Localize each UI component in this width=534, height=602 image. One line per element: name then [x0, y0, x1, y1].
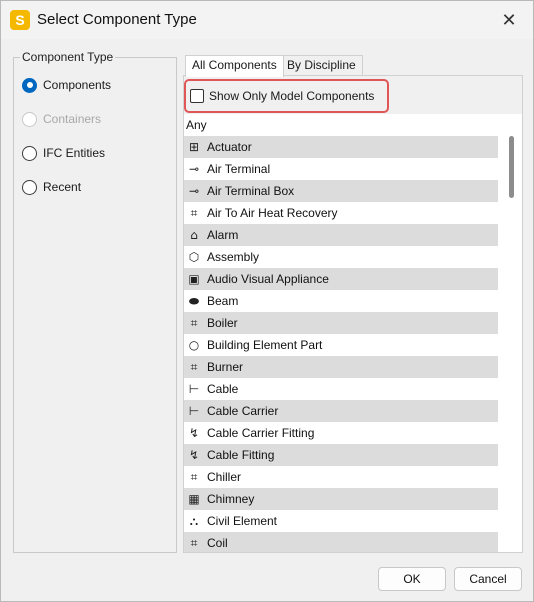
coil-icon: ⌗: [190, 535, 198, 550]
filter-bar: Show Only Model Components: [184, 76, 522, 114]
chiller-icon: ⌗: [190, 469, 198, 484]
burner-icon: ⌗: [190, 359, 198, 374]
ok-button[interactable]: OK: [378, 567, 446, 591]
radio-label: Recent: [43, 180, 82, 194]
tab-panel: Show Only Model Components Any ⊞ Actuator ⊸…: [183, 75, 523, 553]
list-item[interactable]: ⬡ Assembly: [184, 246, 498, 268]
list-item[interactable]: ⌗ Coil: [184, 532, 498, 552]
list-item[interactable]: ⊸ Air Terminal: [184, 158, 498, 180]
list-item[interactable]: ↯ Cable Fitting: [184, 444, 498, 466]
tab-by-discipline[interactable]: By Discipline: [280, 55, 363, 76]
list-item[interactable]: ↯ Cable Carrier Fitting: [184, 422, 498, 444]
list-item-label: Cable Carrier Fitting: [207, 426, 315, 440]
cable-carrier-icon: ⊢: [188, 404, 200, 418]
list-item-label: Any: [186, 118, 207, 132]
circle-icon: ○: [188, 338, 200, 352]
list-item[interactable]: ▣ Audio Visual Appliance: [184, 268, 498, 290]
list-item-label: Air Terminal: [207, 162, 271, 176]
chimney-icon: ▦: [188, 492, 200, 506]
component-list[interactable]: Any ⊞ Actuator ⊸ Air Terminal ⊸ Air Terminal B…: [184, 114, 522, 552]
list-item[interactable]: ⬬ Beam: [184, 290, 498, 312]
list-item[interactable]: ⛬ Civil Element: [184, 510, 498, 532]
group-title: Component Type: [20, 50, 116, 64]
close-button[interactable]: ✕: [489, 3, 529, 37]
list-item[interactable]: ▦ Chimney: [184, 488, 498, 510]
list-item-label: Air To Air Heat Recovery: [207, 206, 338, 220]
list-item-label: Chimney: [207, 492, 255, 506]
list-item-label: Cable Fitting: [207, 448, 275, 462]
list-item-label: Audio Visual Appliance: [207, 272, 329, 286]
list-item-label: Alarm: [207, 228, 239, 242]
show-only-model-label[interactable]: Show Only Model Components: [209, 89, 374, 103]
assembly-icon: ⬡: [188, 250, 200, 264]
window-title: Select Component Type: [37, 11, 197, 28]
actuator-icon: ⊞: [188, 140, 200, 154]
close-icon: ✕: [501, 10, 517, 30]
list-item-label: Coil: [207, 536, 228, 550]
component-type-group: Component Type Components Containers IFC…: [13, 50, 177, 553]
list-item-label: Air Terminal Box: [207, 184, 295, 198]
list-item[interactable]: ⌂ Alarm: [184, 224, 498, 246]
boiler-icon: ⌗: [190, 315, 198, 330]
scrollbar[interactable]: [502, 114, 522, 552]
radio-ifc-entities[interactable]: IFC Entities: [22, 144, 105, 162]
cable-fitting-icon: ↯: [188, 448, 200, 462]
list-item-label: Boiler: [207, 316, 238, 330]
show-only-model-checkbox[interactable]: [190, 89, 204, 103]
radio-button[interactable]: [22, 145, 37, 161]
radio-label: Components: [43, 78, 112, 92]
list-item-label: Actuator: [207, 140, 252, 154]
list-item-label: Assembly: [207, 250, 260, 264]
cable-carrier-fitting-icon: ↯: [188, 426, 200, 440]
list-item-label: Beam: [207, 294, 239, 308]
civil-element-icon: ⛬: [189, 513, 199, 528]
beam-icon: ⬬: [188, 293, 200, 308]
audio-visual-icon: ▣: [188, 272, 200, 286]
cable-icon: ⊢: [188, 382, 200, 396]
radio-recent[interactable]: Recent: [22, 178, 81, 196]
radio-label: Containers: [43, 112, 102, 126]
radio-button[interactable]: [22, 77, 37, 93]
list-item[interactable]: ⊢ Cable Carrier: [184, 400, 498, 422]
list-item[interactable]: ⌗ Boiler: [184, 312, 498, 334]
radio-button[interactable]: [22, 179, 37, 195]
list-item[interactable]: Any: [184, 114, 498, 136]
air-terminal-icon: ⊸: [188, 162, 200, 176]
air-terminal-box-icon: ⊸: [188, 184, 200, 198]
list-item-label: Burner: [207, 360, 244, 374]
list-item[interactable]: ⌗ Burner: [184, 356, 498, 378]
heat-recovery-icon: ⌗: [190, 205, 198, 220]
list-item[interactable]: ⌗ Chiller: [184, 466, 498, 488]
radio-label: IFC Entities: [43, 146, 106, 160]
cancel-button[interactable]: Cancel: [454, 567, 522, 591]
title-bar: S Select Component Type ✕: [1, 1, 533, 39]
list-item[interactable]: ⊞ Actuator: [184, 136, 498, 158]
radio-components[interactable]: Components: [22, 76, 111, 94]
list-item-label: Building Element Part: [207, 338, 323, 352]
radio-button: [22, 111, 37, 127]
list-item-label: Cable Carrier: [207, 404, 279, 418]
list-item[interactable]: ⊢ Cable: [184, 378, 498, 400]
list-item[interactable]: ○ Building Element Part: [184, 334, 498, 356]
select-component-type-dialog: S Select Component Type ✕ Component Type…: [0, 0, 534, 602]
list-item-label: Civil Element: [207, 514, 278, 528]
app-icon: S: [10, 10, 30, 30]
list-item[interactable]: ⊸ Air Terminal Box: [184, 180, 498, 202]
tab-all-components[interactable]: All Components: [185, 55, 284, 77]
list-item-label: Chiller: [207, 470, 242, 484]
list-item[interactable]: ⌗ Air To Air Heat Recovery: [184, 202, 498, 224]
scrollbar-thumb[interactable]: [509, 136, 514, 198]
alarm-icon: ⌂: [190, 228, 198, 242]
list-item-label: Cable: [207, 382, 239, 396]
radio-containers: Containers: [22, 110, 101, 128]
